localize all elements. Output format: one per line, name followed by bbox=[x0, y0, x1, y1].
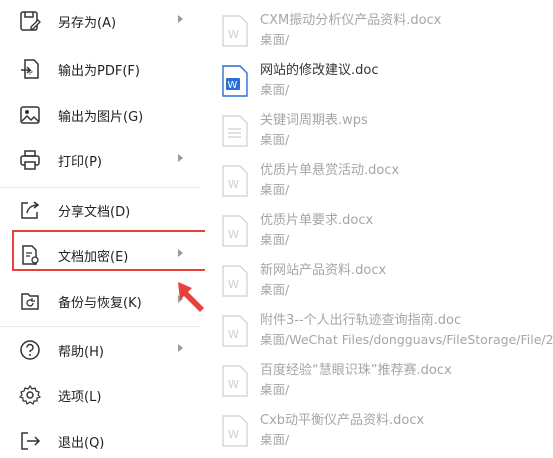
file-path: 桌面/ bbox=[260, 182, 290, 197]
file-path: 桌面/WeChat Files/dongguavs/FileStorage/Fi… bbox=[260, 332, 553, 347]
menu-label: 退出(Q) bbox=[58, 435, 105, 451]
menu-divider bbox=[0, 187, 200, 188]
word-document-icon: W bbox=[222, 65, 248, 97]
svg-text:W: W bbox=[228, 80, 238, 91]
list-item[interactable]: W CXM振动分析仪产品资料.docx 桌面/ bbox=[222, 10, 552, 52]
file-name: 关键词周期表.wps bbox=[260, 113, 368, 128]
chevron-right-icon bbox=[178, 15, 183, 23]
list-item[interactable]: W 网站的修改建议.doc 桌面/ bbox=[222, 60, 552, 102]
svg-text:W: W bbox=[228, 328, 239, 341]
backup-restore-icon bbox=[18, 289, 42, 313]
recent-files-list: W CXM振动分析仪产品资料.docx 桌面/ W 网站的修改建议.doc 桌面… bbox=[205, 0, 553, 455]
menu-item-save-as[interactable]: 另存为(A) bbox=[18, 4, 193, 38]
file-name: 网站的修改建议.doc bbox=[260, 63, 379, 78]
list-item[interactable]: W 优质片单要求.docx 桌面/ bbox=[222, 210, 552, 252]
file-path: 桌面/ bbox=[260, 132, 290, 147]
wps-document-icon bbox=[222, 115, 248, 147]
svg-text:W: W bbox=[228, 428, 239, 441]
menu-item-share-document[interactable]: 分享文档(D) bbox=[18, 193, 193, 227]
file-path: 桌面/ bbox=[260, 232, 290, 247]
share-icon bbox=[18, 198, 42, 222]
menu-item-export-pdf[interactable]: P 输出为PDF(F) bbox=[18, 52, 193, 86]
export-pdf-icon: P bbox=[18, 57, 42, 81]
svg-text:W: W bbox=[228, 278, 239, 291]
highlight-box bbox=[12, 230, 207, 271]
svg-text:P: P bbox=[29, 70, 33, 77]
word-document-icon: W bbox=[222, 15, 248, 47]
printer-icon bbox=[18, 148, 42, 172]
list-item[interactable]: W 附件3--个人出行轨迹查询指南.doc 桌面/WeChat Files/do… bbox=[222, 310, 553, 352]
menu-label: 选项(L) bbox=[58, 389, 102, 405]
word-document-icon: W bbox=[222, 315, 248, 347]
list-item[interactable]: W 优质片单悬赏活动.docx 桌面/ bbox=[222, 160, 552, 202]
svg-text:W: W bbox=[228, 228, 239, 241]
word-document-icon: W bbox=[222, 415, 248, 447]
menu-label: 帮助(H) bbox=[58, 344, 104, 360]
file-name: 百度经验“慧眼识珠”推荐赛.docx bbox=[260, 363, 452, 378]
menu-label: 分享文档(D) bbox=[58, 204, 131, 220]
chevron-right-icon bbox=[178, 344, 183, 352]
list-item[interactable]: 关键词周期表.wps 桌面/ bbox=[222, 110, 552, 152]
file-menu: 另存为(A) P 输出为PDF(F) 输出为图片(G) 打印(P) 分享文档(D… bbox=[0, 0, 207, 458]
save-as-icon bbox=[18, 9, 42, 33]
file-path: 桌面/ bbox=[260, 282, 290, 297]
file-path: 桌面/ bbox=[260, 82, 290, 97]
file-name: CXM振动分析仪产品资料.docx bbox=[260, 13, 442, 28]
word-document-icon: W bbox=[222, 265, 248, 297]
menu-item-print[interactable]: 打印(P) bbox=[18, 143, 193, 177]
menu-divider bbox=[0, 326, 200, 327]
annotation-arrow-icon bbox=[178, 282, 204, 312]
file-path: 桌面/ bbox=[260, 432, 290, 447]
file-name: 附件3--个人出行轨迹查询指南.doc bbox=[260, 313, 462, 328]
list-item[interactable]: W Cxb动平衡仪产品资料.docx 桌面/ bbox=[222, 410, 552, 452]
chevron-right-icon bbox=[178, 154, 183, 162]
menu-label: 打印(P) bbox=[58, 154, 102, 170]
exit-icon bbox=[18, 429, 42, 453]
svg-text:W: W bbox=[228, 28, 239, 41]
menu-label: 另存为(A) bbox=[58, 15, 117, 31]
menu-label: 输出为PDF(F) bbox=[58, 63, 140, 79]
list-item[interactable]: W 新网站产品资料.docx 桌面/ bbox=[222, 260, 552, 302]
svg-text:W: W bbox=[228, 378, 239, 391]
file-name: Cxb动平衡仪产品资料.docx bbox=[260, 413, 425, 428]
menu-item-backup-restore[interactable]: 备份与恢复(K) bbox=[18, 284, 193, 318]
gear-icon bbox=[18, 383, 42, 407]
menu-item-help[interactable]: 帮助(H) bbox=[18, 333, 193, 367]
menu-item-options[interactable]: 选项(L) bbox=[18, 378, 193, 412]
file-name: 优质片单悬赏活动.docx bbox=[260, 163, 400, 178]
list-item[interactable]: W 百度经验“慧眼识珠”推荐赛.docx 桌面/ bbox=[222, 360, 552, 402]
menu-item-export-image[interactable]: 输出为图片(G) bbox=[18, 98, 193, 132]
word-document-icon: W bbox=[222, 165, 248, 197]
file-path: 桌面/ bbox=[260, 32, 290, 47]
help-icon bbox=[18, 338, 42, 362]
word-document-icon: W bbox=[222, 215, 248, 247]
menu-item-exit[interactable]: 退出(Q) bbox=[18, 424, 193, 458]
file-name: 优质片单要求.docx bbox=[260, 213, 374, 228]
menu-label: 输出为图片(G) bbox=[58, 109, 144, 125]
file-name: 新网站产品资料.docx bbox=[260, 263, 387, 278]
svg-text:W: W bbox=[228, 178, 239, 191]
export-image-icon bbox=[18, 103, 42, 127]
menu-label: 备份与恢复(K) bbox=[58, 295, 142, 311]
file-path: 桌面/ bbox=[260, 382, 290, 397]
word-document-icon: W bbox=[222, 365, 248, 397]
